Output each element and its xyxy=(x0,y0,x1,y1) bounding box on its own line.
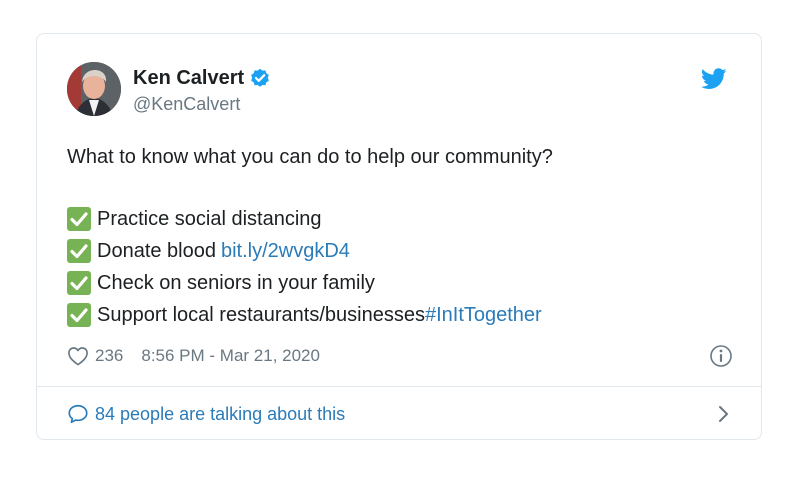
check-mark-icon xyxy=(67,207,91,231)
tweet-meta: 236 8:56 PM - Mar 21, 2020 xyxy=(67,343,733,369)
like-count[interactable]: 236 xyxy=(95,346,123,366)
conversation-link[interactable]: 84 people are talking about this xyxy=(67,400,733,428)
check-mark-icon xyxy=(67,303,91,327)
chevron-right-icon xyxy=(717,404,731,424)
blood-donation-link[interactable]: bit.ly/2wvgkD4 xyxy=(221,235,350,267)
tweet-header: Ken Calvert @KenCalvert xyxy=(67,62,727,118)
list-item: Practice social distancing xyxy=(67,203,727,235)
conversation-count-text: 84 people are talking about this xyxy=(95,403,346,424)
list-item-text: Donate blood xyxy=(97,240,216,262)
tweet-text: What to know what you can do to help our… xyxy=(67,141,727,331)
list-item-text: Support local restaurants/businesses xyxy=(97,304,425,326)
list-item: Support local restaurants/businesses #InI… xyxy=(67,299,727,331)
timestamp-link[interactable]: 8:56 PM - Mar 21, 2020 xyxy=(141,346,320,366)
author-display-name[interactable]: Ken Calvert xyxy=(133,66,244,90)
list-item-text: Check on seniors in your family xyxy=(97,272,375,294)
avatar[interactable] xyxy=(67,62,121,116)
speech-bubble-icon xyxy=(67,403,89,425)
author-info: Ken Calvert @KenCalvert xyxy=(133,66,270,116)
tweet-card: Ken Calvert @KenCalvert What to know wha… xyxy=(36,33,762,440)
author-handle[interactable]: @KenCalvert xyxy=(133,92,270,116)
divider xyxy=(37,386,761,387)
info-circle-icon[interactable] xyxy=(709,344,733,368)
twitter-bird-icon[interactable] xyxy=(700,68,727,90)
list-item-text: Practice social distancing xyxy=(97,208,322,230)
hashtag-link[interactable]: #InItTogether xyxy=(425,299,542,331)
heart-outline-icon[interactable] xyxy=(67,346,89,366)
list-item: Donate blood bit.ly/2wvgkD4 xyxy=(67,235,727,267)
tweet-intro: What to know what you can do to help our… xyxy=(67,146,553,168)
list-item: Check on seniors in your family xyxy=(67,267,727,299)
check-mark-icon xyxy=(67,271,91,295)
verified-badge-icon xyxy=(250,68,270,88)
check-mark-icon xyxy=(67,239,91,263)
